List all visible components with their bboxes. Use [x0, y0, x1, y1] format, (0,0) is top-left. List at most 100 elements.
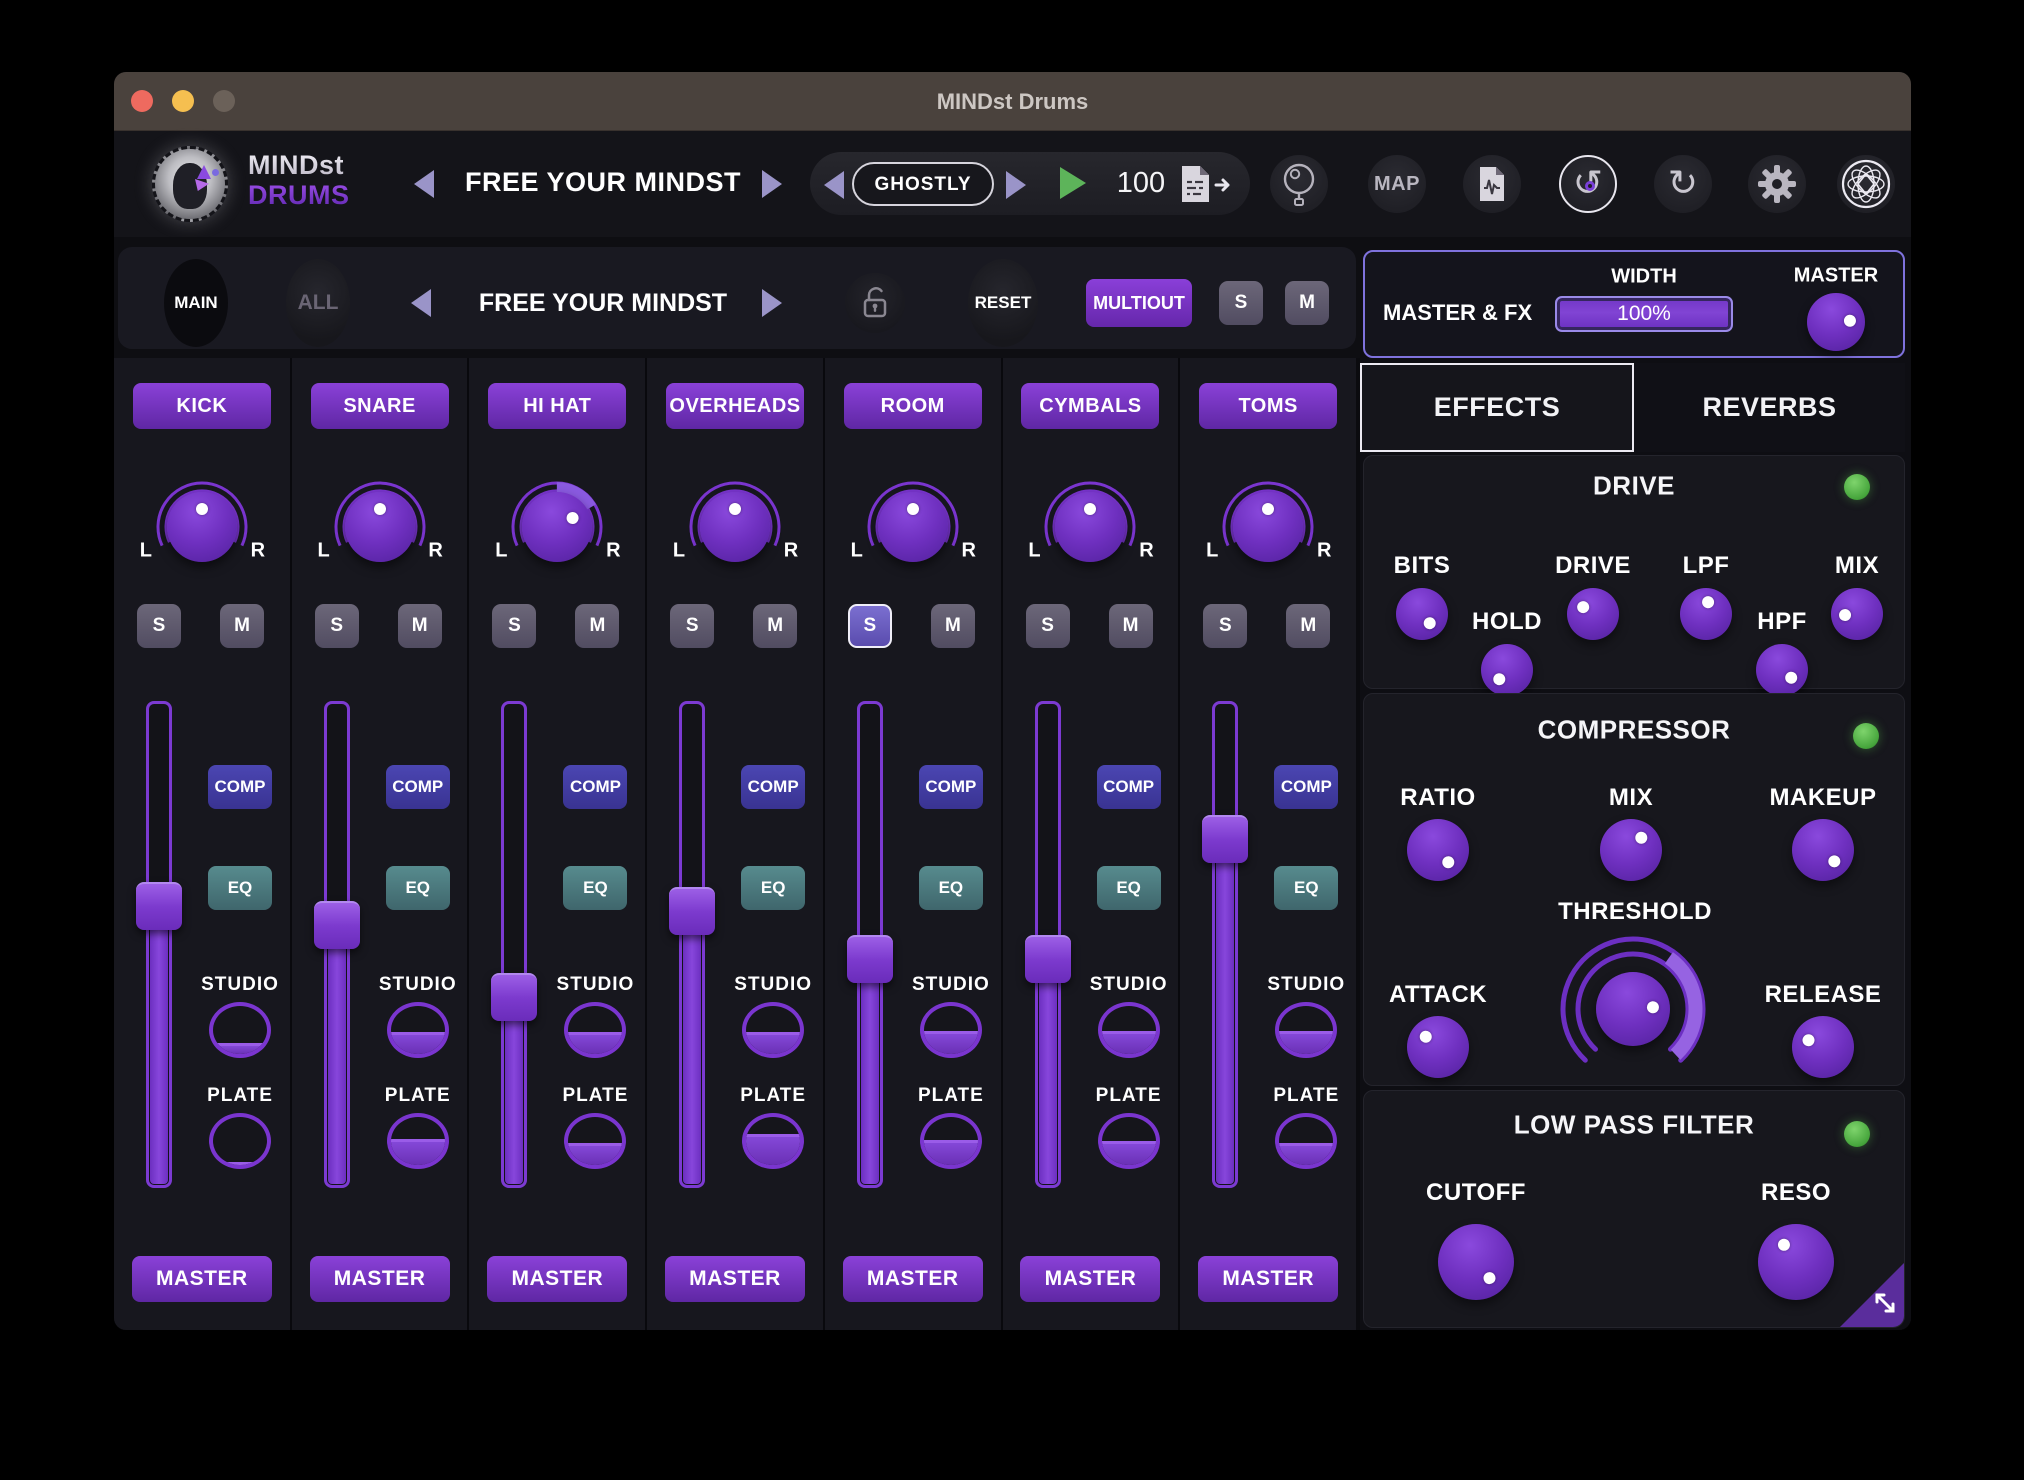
fader-handle[interactable] [1025, 935, 1071, 983]
master-volume-knob[interactable] [1807, 293, 1865, 351]
pan-knob-group[interactable]: L R [1030, 467, 1150, 571]
studio-send-knob[interactable] [742, 1002, 804, 1058]
fader-handle[interactable] [491, 973, 537, 1021]
plate-send-knob[interactable] [1275, 1113, 1337, 1169]
width-slider[interactable]: 100% [1555, 296, 1733, 332]
global-solo-button[interactable]: S [1219, 281, 1263, 325]
channel-name-button[interactable]: KICK [133, 383, 271, 429]
channel-mute-button[interactable]: M [220, 604, 264, 648]
channel-mute-button[interactable]: M [1109, 604, 1153, 648]
channel-mute-button[interactable]: M [753, 604, 797, 648]
channel-route-master-button[interactable]: MASTER [1198, 1256, 1338, 1302]
plate-send-knob[interactable] [387, 1113, 449, 1169]
toolbar-preset-prev-button[interactable] [411, 289, 431, 317]
channel-comp-button[interactable]: COMP [919, 765, 983, 809]
release-knob[interactable] [1792, 1016, 1854, 1078]
fader-handle[interactable] [136, 882, 182, 930]
channel-mute-button[interactable]: M [1286, 604, 1330, 648]
channel-comp-button[interactable]: COMP [208, 765, 272, 809]
pan-knob-group[interactable]: L R [675, 467, 795, 571]
hpf-knob[interactable] [1756, 644, 1808, 696]
kit-selector[interactable]: GHOSTLY [852, 162, 994, 206]
channel-name-button[interactable]: OVERHEADS [666, 383, 804, 429]
tempo-value[interactable]: 100 [1106, 167, 1176, 200]
channel-route-master-button[interactable]: MASTER [665, 1256, 805, 1302]
mic-icon[interactable] [1270, 155, 1328, 213]
cutoff-knob[interactable] [1438, 1224, 1514, 1300]
drive-knob[interactable] [1567, 588, 1619, 640]
audio-file-icon[interactable] [1463, 155, 1521, 213]
attack-knob[interactable] [1407, 1016, 1469, 1078]
plate-send-knob[interactable] [209, 1113, 271, 1169]
fader-handle[interactable] [847, 935, 893, 983]
redo-icon[interactable]: ↻ [1654, 155, 1712, 213]
play-button[interactable] [1060, 167, 1086, 199]
midi-drag-icon[interactable] [1176, 164, 1236, 209]
channel-volume-fader[interactable] [324, 701, 350, 1188]
fader-handle[interactable] [1202, 815, 1248, 863]
reset-button[interactable]: RESET [968, 259, 1038, 347]
pan-knob[interactable] [700, 492, 770, 562]
reso-knob[interactable] [1758, 1224, 1834, 1300]
channel-comp-button[interactable]: COMP [1274, 765, 1338, 809]
main-view-button[interactable]: MAIN [164, 259, 228, 347]
studio-send-knob[interactable] [564, 1002, 626, 1058]
channel-name-button[interactable]: TOMS [1199, 383, 1337, 429]
pan-knob-group[interactable]: L R [853, 467, 973, 571]
studio-send-knob[interactable] [209, 1002, 271, 1058]
studio-send-knob[interactable] [920, 1002, 982, 1058]
makeup-knob[interactable] [1792, 819, 1854, 881]
pan-knob-group[interactable]: L R [320, 467, 440, 571]
bits-knob[interactable] [1396, 588, 1448, 640]
channel-name-button[interactable]: CYMBALS [1021, 383, 1159, 429]
channel-comp-button[interactable]: COMP [741, 765, 805, 809]
channel-volume-fader[interactable] [857, 701, 883, 1188]
comp-mix-knob[interactable] [1600, 819, 1662, 881]
kit-next-button[interactable] [1006, 171, 1026, 199]
settings-gear-icon[interactable] [1748, 155, 1806, 213]
pan-knob-group[interactable]: L R [497, 467, 617, 571]
channel-solo-button[interactable]: S [670, 604, 714, 648]
plate-send-knob[interactable] [1098, 1113, 1160, 1169]
channel-comp-button[interactable]: COMP [563, 765, 627, 809]
channel-eq-button[interactable]: EQ [563, 866, 627, 910]
toolbar-preset-next-button[interactable] [762, 289, 782, 317]
channel-name-button[interactable]: HI HAT [488, 383, 626, 429]
channel-comp-button[interactable]: COMP [386, 765, 450, 809]
channel-volume-fader[interactable] [146, 701, 172, 1188]
global-mute-button[interactable]: M [1285, 281, 1329, 325]
studio-send-knob[interactable] [1098, 1002, 1160, 1058]
channel-solo-button[interactable]: S [1026, 604, 1070, 648]
channel-eq-button[interactable]: EQ [386, 866, 450, 910]
lpf-knob[interactable] [1680, 588, 1732, 640]
studio-send-knob[interactable] [1275, 1002, 1337, 1058]
plate-send-knob[interactable] [564, 1113, 626, 1169]
channel-volume-fader[interactable] [679, 701, 705, 1188]
channel-eq-button[interactable]: EQ [1097, 866, 1161, 910]
channel-route-master-button[interactable]: MASTER [310, 1256, 450, 1302]
plate-send-knob[interactable] [920, 1113, 982, 1169]
pan-knob[interactable] [878, 492, 948, 562]
channel-eq-button[interactable]: EQ [919, 866, 983, 910]
pan-knob[interactable] [1055, 492, 1125, 562]
channel-solo-button[interactable]: S [848, 604, 892, 648]
lock-button[interactable] [845, 273, 905, 333]
pan-knob[interactable] [167, 492, 237, 562]
channel-volume-fader[interactable] [501, 701, 527, 1188]
channel-eq-button[interactable]: EQ [741, 866, 805, 910]
channel-route-master-button[interactable]: MASTER [132, 1256, 272, 1302]
preset-prev-button[interactable] [414, 170, 434, 198]
pan-knob[interactable] [522, 492, 592, 562]
channel-volume-fader[interactable] [1212, 701, 1238, 1188]
pattern-ornament-icon[interactable] [1837, 155, 1895, 213]
pan-knob-group[interactable]: L R [1208, 467, 1328, 571]
channel-eq-button[interactable]: EQ [208, 866, 272, 910]
plate-send-knob[interactable] [742, 1113, 804, 1169]
channel-solo-button[interactable]: S [315, 604, 359, 648]
drive-mix-knob[interactable] [1831, 588, 1883, 640]
channel-route-master-button[interactable]: MASTER [1020, 1256, 1160, 1302]
channel-name-button[interactable]: ROOM [844, 383, 982, 429]
channel-mute-button[interactable]: M [575, 604, 619, 648]
pan-knob-group[interactable]: L R [142, 467, 262, 571]
channel-route-master-button[interactable]: MASTER [843, 1256, 983, 1302]
